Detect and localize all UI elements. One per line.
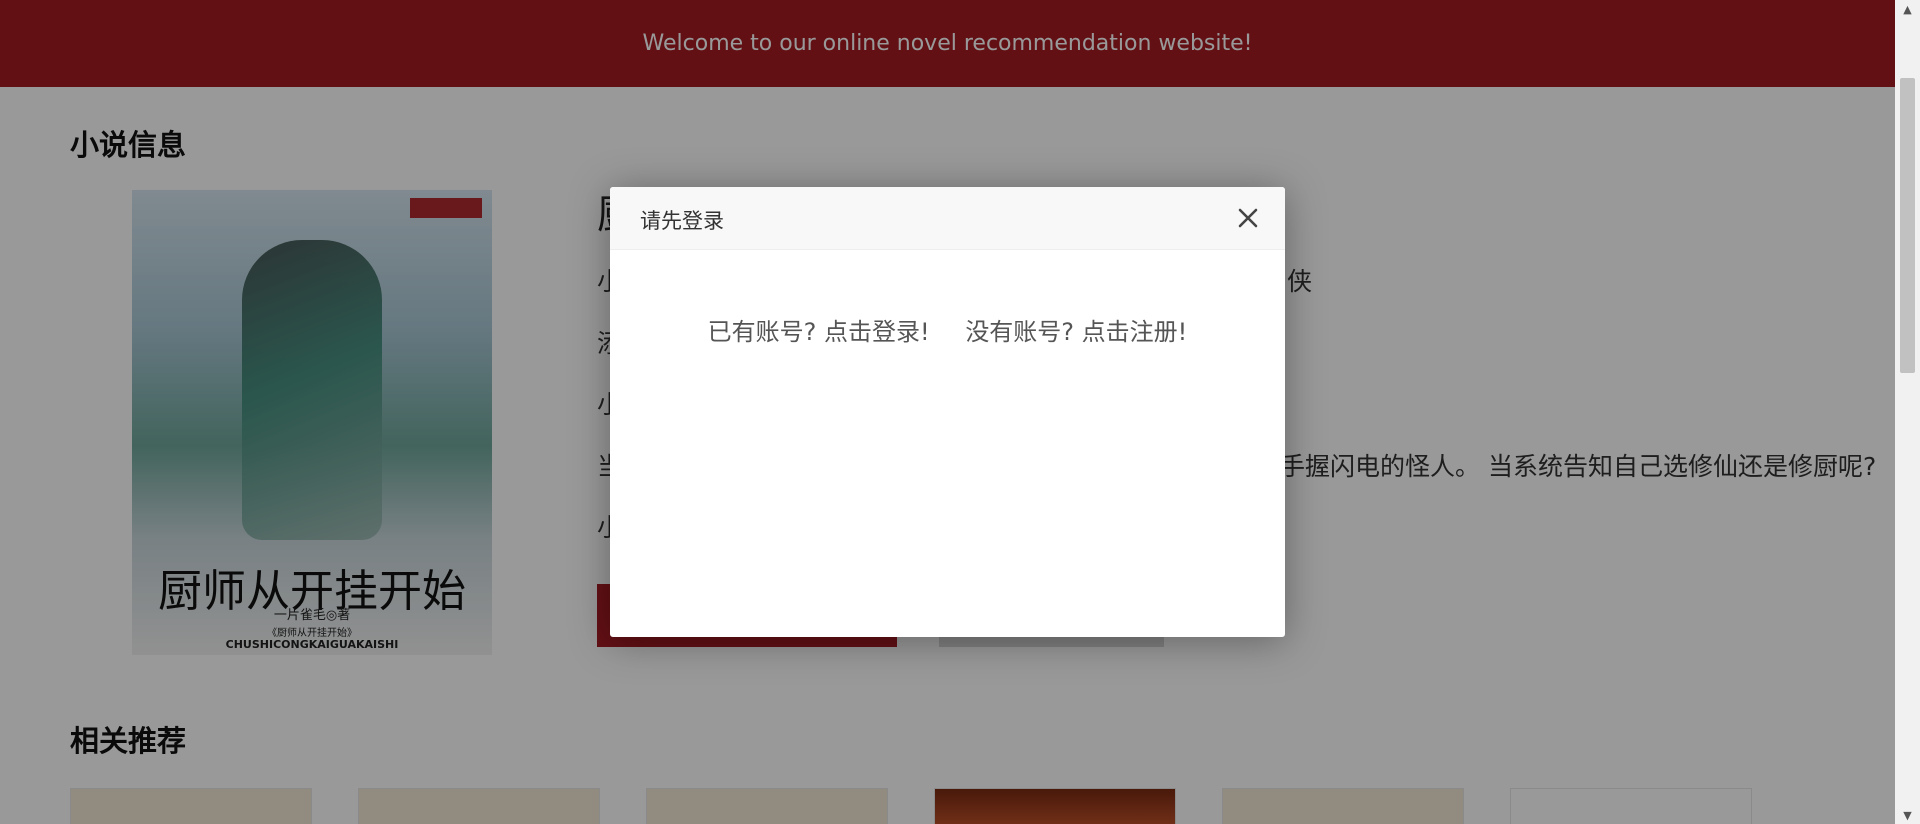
scrollbar-thumb[interactable] xyxy=(1900,78,1915,373)
login-link[interactable]: 已有账号? 点击登录! xyxy=(708,318,930,346)
register-link[interactable]: 没有账号? 点击注册! xyxy=(965,318,1187,346)
modal-body: 已有账号? 点击登录! 没有账号? 点击注册! xyxy=(610,312,1285,347)
close-icon[interactable] xyxy=(1233,203,1263,233)
login-modal: 请先登录 已有账号? 点击登录! 没有账号? 点击注册! xyxy=(610,187,1285,637)
scroll-down-arrow-icon[interactable]: ▼ xyxy=(1895,806,1920,824)
modal-title: 请先登录 xyxy=(640,209,724,233)
modal-header: 请先登录 xyxy=(610,187,1285,250)
page-scrollbar[interactable]: ▲ ▼ xyxy=(1895,0,1920,824)
scroll-up-arrow-icon[interactable]: ▲ xyxy=(1895,0,1920,18)
